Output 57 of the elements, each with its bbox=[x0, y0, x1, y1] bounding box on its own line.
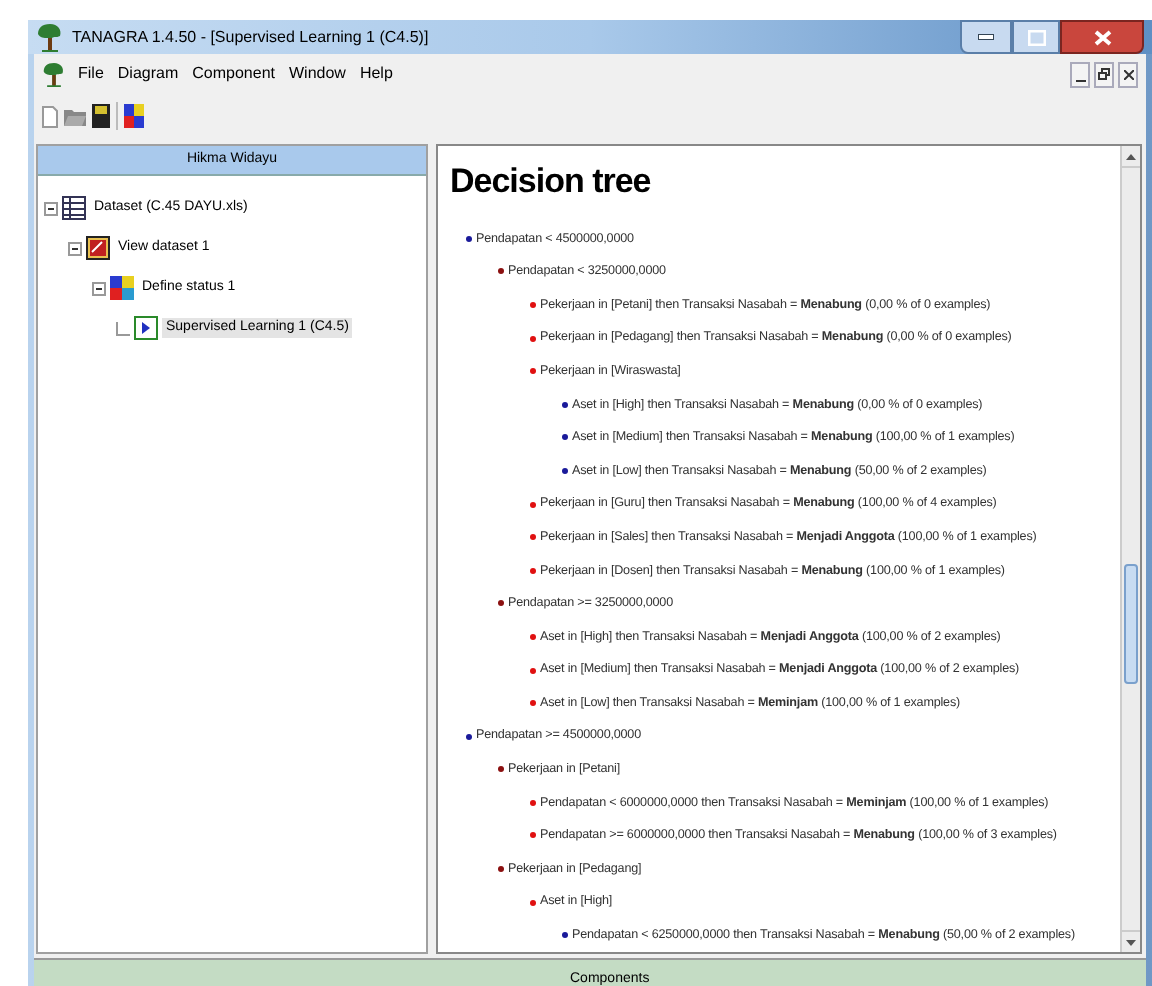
bullet-icon bbox=[530, 667, 536, 674]
result-heading: Decision tree bbox=[450, 162, 651, 202]
bullet-icon bbox=[530, 633, 536, 640]
bullet-icon bbox=[530, 567, 536, 574]
bullet-icon bbox=[466, 733, 472, 740]
maximize-button[interactable] bbox=[1012, 20, 1060, 54]
menu-item[interactable]: Component bbox=[192, 62, 275, 86]
bullet-icon bbox=[530, 799, 536, 806]
menu-item[interactable]: Help bbox=[359, 62, 393, 86]
restore-button[interactable] bbox=[1094, 61, 1114, 87]
collapse-icon[interactable] bbox=[92, 281, 106, 295]
chart-icon bbox=[86, 236, 110, 260]
bullet-icon bbox=[530, 534, 536, 541]
scrollbar[interactable] bbox=[1120, 146, 1140, 953]
bullet-icon bbox=[562, 467, 568, 474]
bullet-icon bbox=[498, 600, 504, 607]
maximize-icon bbox=[1027, 29, 1045, 45]
menu-item[interactable]: Diagram bbox=[117, 62, 179, 86]
minimize-icon bbox=[978, 34, 994, 40]
colored-squares-icon bbox=[110, 276, 134, 300]
minimize-button[interactable] bbox=[1070, 61, 1090, 87]
close-button[interactable] bbox=[1118, 61, 1138, 87]
bullet-icon bbox=[530, 301, 536, 308]
table-icon bbox=[62, 196, 86, 220]
collapse-icon[interactable] bbox=[44, 201, 58, 215]
bullet-icon bbox=[530, 832, 536, 839]
bullet-icon bbox=[530, 501, 536, 508]
bullet-icon bbox=[498, 766, 504, 773]
bullet-icon bbox=[530, 899, 536, 906]
bullet-icon bbox=[530, 335, 536, 342]
bullet-icon bbox=[562, 434, 568, 441]
bullet-icon bbox=[498, 866, 504, 873]
tree-connector-icon bbox=[116, 321, 130, 335]
scroll-up-icon[interactable] bbox=[1126, 153, 1136, 159]
close-icon bbox=[1093, 29, 1111, 45]
bullet-icon bbox=[498, 268, 504, 275]
new-file-icon[interactable] bbox=[42, 105, 58, 127]
colored-squares-icon[interactable] bbox=[124, 104, 144, 128]
menu-item[interactable]: Window bbox=[288, 62, 346, 86]
scroll-down-icon[interactable] bbox=[1126, 939, 1136, 946]
minimize-button[interactable] bbox=[960, 20, 1012, 54]
bullet-icon bbox=[562, 401, 568, 408]
minimize-icon bbox=[1075, 79, 1085, 81]
tree-logo-icon bbox=[42, 59, 66, 89]
tree-logo-icon bbox=[36, 21, 64, 53]
close-icon bbox=[1123, 69, 1133, 79]
bullet-icon bbox=[562, 932, 568, 939]
bullet-icon bbox=[530, 700, 536, 707]
play-icon bbox=[134, 316, 158, 340]
bullet-icon bbox=[466, 235, 472, 242]
collapse-icon[interactable] bbox=[68, 241, 82, 255]
scrollbar-thumb[interactable] bbox=[1124, 564, 1138, 684]
menu-item[interactable]: File bbox=[78, 62, 104, 86]
bullet-icon bbox=[530, 368, 536, 375]
restore-icon bbox=[1098, 68, 1110, 80]
close-button[interactable] bbox=[1060, 20, 1144, 54]
window-title: TANAGRA 1.4.50 - [Supervised Learning 1 (C4.5)] bbox=[72, 25, 429, 49]
